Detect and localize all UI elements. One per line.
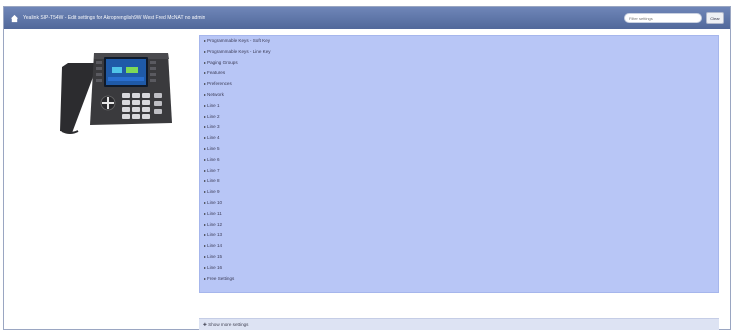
settings-window: Yealink SIP-T54W - Edit settings for Akr… (3, 6, 731, 330)
setting-item[interactable]: ▸Line 12 (200, 220, 718, 231)
chevron-right-icon: ▸ (204, 124, 207, 130)
show-more-settings-button[interactable]: ✚ Show more settings (199, 318, 719, 330)
plus-icon: ✚ (203, 322, 207, 327)
setting-label: Line 2 (207, 113, 220, 119)
setting-item[interactable]: ▸Line 4 (200, 133, 718, 144)
home-icon[interactable] (9, 13, 19, 23)
chevron-right-icon: ▸ (204, 232, 207, 238)
setting-item[interactable]: ▸Programmable Keys - Soft Key (200, 36, 718, 47)
chevron-right-icon: ▸ (204, 135, 207, 141)
chevron-right-icon: ▸ (204, 156, 207, 162)
setting-label: Line 1 (207, 102, 220, 108)
setting-label: Line 14 (207, 243, 223, 249)
setting-item[interactable]: ▸Programmable Keys - Line Key (200, 47, 718, 58)
setting-label: Line 4 (207, 135, 220, 141)
chevron-right-icon: ▸ (204, 102, 207, 108)
setting-label: Free Settings (207, 275, 235, 281)
clear-button[interactable]: Clear (706, 12, 724, 24)
setting-label: Paging Groups (207, 59, 238, 65)
setting-item[interactable]: ▸Line 8 (200, 176, 718, 187)
chevron-right-icon: ▸ (204, 221, 207, 227)
setting-label: Programmable Keys - Line Key (207, 48, 271, 54)
setting-label: Line 3 (207, 124, 220, 130)
chevron-right-icon: ▸ (204, 253, 207, 259)
setting-label: Line 10 (207, 199, 223, 205)
setting-item[interactable]: ▸Line 7 (200, 166, 718, 177)
setting-item[interactable]: ▸Line 2 (200, 112, 718, 123)
setting-label: Line 13 (207, 232, 223, 238)
setting-label: Line 16 (207, 264, 223, 270)
settings-list: ▸Programmable Keys - Soft Key ▸Programma… (199, 35, 719, 293)
setting-item[interactable]: ▸Line 6 (200, 155, 718, 166)
chevron-right-icon: ▸ (204, 189, 207, 195)
chevron-right-icon: ▸ (204, 167, 207, 173)
chevron-right-icon: ▸ (204, 81, 207, 87)
setting-item[interactable]: ▸Network (200, 90, 718, 101)
setting-label: Line 9 (207, 189, 220, 195)
setting-item[interactable]: ▸Line 1 (200, 101, 718, 112)
chevron-right-icon: ▸ (204, 178, 207, 184)
show-more-label: Show more settings (208, 322, 249, 327)
setting-label: Network (207, 91, 224, 97)
setting-item[interactable]: ▸Line 13 (200, 230, 718, 241)
chevron-right-icon: ▸ (204, 91, 207, 97)
chevron-right-icon: ▸ (204, 70, 207, 76)
setting-label: Line 6 (207, 156, 220, 162)
setting-item[interactable]: ▸Line 3 (200, 122, 718, 133)
setting-item[interactable]: ▸Line 10 (200, 198, 718, 209)
setting-item[interactable]: ▸Line 9 (200, 187, 718, 198)
chevron-right-icon: ▸ (204, 48, 207, 54)
setting-label: Preferences (207, 81, 232, 87)
filter-settings-input[interactable] (624, 13, 702, 23)
setting-item[interactable]: ▸Preferences (200, 79, 718, 90)
setting-label: Line 11 (207, 210, 222, 216)
setting-label: Line 5 (207, 145, 220, 151)
setting-item[interactable]: ▸Line 11 (200, 209, 718, 220)
chevron-right-icon: ▸ (204, 145, 207, 151)
setting-item[interactable]: ▸Line 5 (200, 144, 718, 155)
setting-label: Line 7 (207, 167, 220, 173)
setting-label: Features (207, 70, 226, 76)
setting-label: Line 15 (207, 253, 223, 259)
chevron-right-icon: ▸ (204, 59, 207, 65)
chevron-right-icon: ▸ (204, 210, 207, 216)
phone-image (56, 45, 174, 135)
setting-item[interactable]: ▸Free Settings (200, 274, 718, 285)
setting-label: Line 12 (207, 221, 223, 227)
setting-item[interactable]: ▸Paging Groups (200, 58, 718, 69)
chevron-right-icon: ▸ (204, 113, 207, 119)
setting-item[interactable]: ▸Line 14 (200, 241, 718, 252)
chevron-right-icon: ▸ (204, 243, 207, 249)
setting-label: Programmable Keys - Soft Key (207, 38, 271, 43)
chevron-right-icon: ▸ (204, 38, 207, 43)
setting-item[interactable]: ▸Features (200, 68, 718, 79)
window-title: Yealink SIP-T54W - Edit settings for Akr… (23, 15, 206, 21)
setting-label: Line 8 (207, 178, 220, 184)
title-bar: Yealink SIP-T54W - Edit settings for Akr… (4, 7, 730, 29)
setting-item[interactable]: ▸Line 16 (200, 263, 718, 274)
chevron-right-icon: ▸ (204, 275, 207, 281)
chevron-right-icon: ▸ (204, 264, 207, 270)
chevron-right-icon: ▸ (204, 199, 207, 205)
setting-item[interactable]: ▸Line 15 (200, 252, 718, 263)
